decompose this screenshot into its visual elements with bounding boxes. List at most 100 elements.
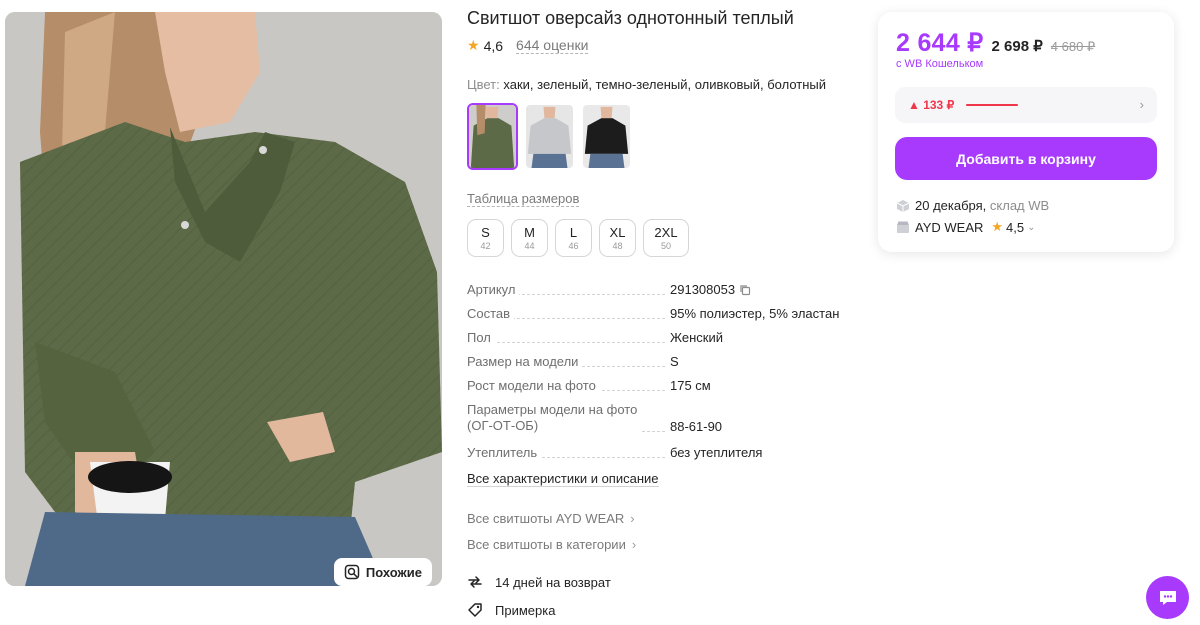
swatch-green[interactable]: [467, 103, 518, 170]
size-number: 44: [524, 240, 535, 251]
swatch-grey-image: [526, 105, 573, 168]
delivery-warehouse: склад WB: [989, 198, 1050, 213]
regular-price: 2 698 ₽: [991, 38, 1043, 55]
reviews-link[interactable]: 644 оценки: [516, 37, 589, 54]
size-selector: S 42 M 44 L 46 XL 48 2XL 50: [467, 219, 689, 257]
seller-info[interactable]: AYD WEAR ★ 4,5 ⌄: [896, 219, 1036, 235]
return-arrows-icon: [468, 576, 482, 588]
color-label: Цвет:: [467, 77, 500, 92]
spec-row-model-params: Параметры модели на фото (ОГ-ОТ-ОБ) 88-61…: [467, 400, 857, 443]
spec-key: Состав: [467, 306, 515, 321]
all-specs-link[interactable]: Все характеристики и описание: [467, 471, 659, 487]
price-row: 2 644 ₽ 2 698 ₽ 4 680 ₽: [896, 28, 1095, 58]
specs-table: Артикул 291308053 Состав 95% полиэстер, …: [467, 280, 857, 467]
size-option-m[interactable]: M 44: [511, 219, 548, 257]
spec-leader: [467, 342, 665, 343]
returns-perk: 14 дней на возврат: [467, 574, 611, 590]
spec-key: Утеплитель: [467, 445, 542, 460]
product-photo[interactable]: Похожие: [5, 12, 442, 586]
wallet-note[interactable]: с WB Кошельком: [896, 58, 983, 70]
size-option-s[interactable]: S 42: [467, 219, 504, 257]
size-number: 42: [480, 240, 491, 251]
size-label: L: [569, 224, 578, 240]
price-card: 2 644 ₽ 2 698 ₽ 4 680 ₽ с WB Кошельком ▲…: [878, 12, 1174, 252]
spec-row-model-size: Размер на модели S: [467, 352, 857, 376]
size-number: 50: [660, 240, 671, 251]
spec-value: 175 см: [670, 378, 711, 393]
size-label: M: [524, 224, 535, 240]
swatch-black[interactable]: [581, 103, 632, 170]
chevron-right-icon: ›: [631, 537, 637, 552]
similar-label: Похожие: [365, 564, 422, 580]
seller-rating: 4,5: [1006, 219, 1025, 235]
spec-key-line2: (ОГ-ОТ-ОБ): [467, 418, 539, 433]
price-trend[interactable]: ▲ 133 ₽ ›: [895, 87, 1157, 123]
swatch-green-image: [469, 105, 516, 168]
spec-key: Размер на модели: [467, 354, 583, 369]
spec-row-model-height: Рост модели на фото 175 см: [467, 376, 857, 400]
size-option-2xl[interactable]: 2XL 50: [643, 219, 689, 257]
wallet-price: 2 644 ₽: [896, 29, 984, 57]
price-trend-line: [966, 104, 1019, 106]
size-number: 48: [612, 240, 623, 251]
color-line: Цвет: хаки, зеленый, темно-зеленый, олив…: [467, 77, 826, 92]
rating-value: 4,6: [483, 37, 504, 54]
size-label: S: [481, 224, 490, 240]
spec-key-line1: Параметры модели на фото: [467, 402, 638, 417]
chevron-right-icon: ›: [1139, 97, 1144, 112]
chevron-down-icon: ⌄: [1027, 221, 1036, 233]
chat-button[interactable]: [1146, 576, 1189, 619]
shop-icon: [897, 221, 909, 233]
add-to-cart-button[interactable]: Добавить в корзину: [895, 137, 1157, 180]
chat-icon: [1159, 590, 1176, 605]
returns-label: 14 дней на возврат: [495, 574, 611, 590]
spec-key: Пол: [467, 330, 495, 345]
fitting-perk: Примерка: [467, 602, 555, 618]
spec-key: Рост модели на фото: [467, 378, 600, 393]
spec-value: Женский: [670, 330, 723, 345]
swatch-black-image: [583, 105, 630, 168]
tag-icon: [468, 603, 482, 617]
size-label: XL: [609, 224, 626, 240]
swatch-grey[interactable]: [524, 103, 575, 170]
delivery-date: 20 декабря,: [915, 198, 987, 213]
size-option-xl[interactable]: XL 48: [599, 219, 636, 257]
copy-icon[interactable]: [739, 284, 751, 296]
size-table-link[interactable]: Таблица размеров: [467, 191, 580, 207]
spec-value: 291308053: [670, 282, 751, 297]
old-price: 4 680 ₽: [1050, 39, 1096, 54]
brand-category-link[interactable]: Все свитшоты AYD WEAR ›: [467, 511, 635, 526]
star-icon: ★: [991, 219, 1004, 234]
delivery-info: 20 декабря, склад WB: [896, 198, 1049, 213]
star-icon: ★: [467, 37, 480, 53]
chevron-right-icon: ›: [630, 511, 635, 526]
fitting-label: Примерка: [495, 602, 556, 618]
spec-row-insulation: Утеплитель без утеплителя: [467, 443, 857, 467]
rating-row: ★ 4,6 644 оценки: [467, 37, 589, 54]
spec-row-gender: Пол Женский: [467, 328, 857, 352]
product-title: Свитшот оверсайз однотонный теплый: [467, 8, 794, 28]
product-photo-image: [5, 12, 442, 586]
color-value: хаки, зеленый, темно-зеленый, оливковый,…: [503, 77, 827, 92]
size-number: 46: [568, 240, 579, 251]
spec-value: 88-61-90: [670, 419, 723, 434]
brand-category-label: Все свитшоты AYD WEAR: [467, 511, 625, 526]
seller-name: AYD WEAR: [915, 219, 984, 235]
category-link[interactable]: Все свитшоты в категории ›: [467, 537, 636, 552]
size-label: 2XL: [654, 224, 678, 240]
spec-key: Параметры модели на фото (ОГ-ОТ-ОБ): [467, 402, 642, 434]
size-option-l[interactable]: L 46: [555, 219, 592, 257]
spec-value: без утеплителя: [670, 445, 763, 460]
spec-row-article: Артикул 291308053: [467, 280, 857, 304]
box-icon: [896, 199, 910, 212]
color-swatches: [467, 103, 632, 170]
search-image-icon: [344, 564, 360, 580]
spec-value: 95% полиэстер, 5% эластан: [670, 306, 840, 321]
similar-button[interactable]: Похожие: [333, 558, 432, 586]
spec-row-composition: Состав 95% полиэстер, 5% эластан: [467, 304, 857, 328]
article-number[interactable]: 291308053: [670, 282, 735, 297]
category-label: Все свитшоты в категории: [467, 537, 626, 552]
spec-key: Артикул: [467, 282, 520, 297]
spec-value: S: [670, 354, 679, 369]
price-delta: ▲ 133 ₽: [908, 98, 955, 112]
